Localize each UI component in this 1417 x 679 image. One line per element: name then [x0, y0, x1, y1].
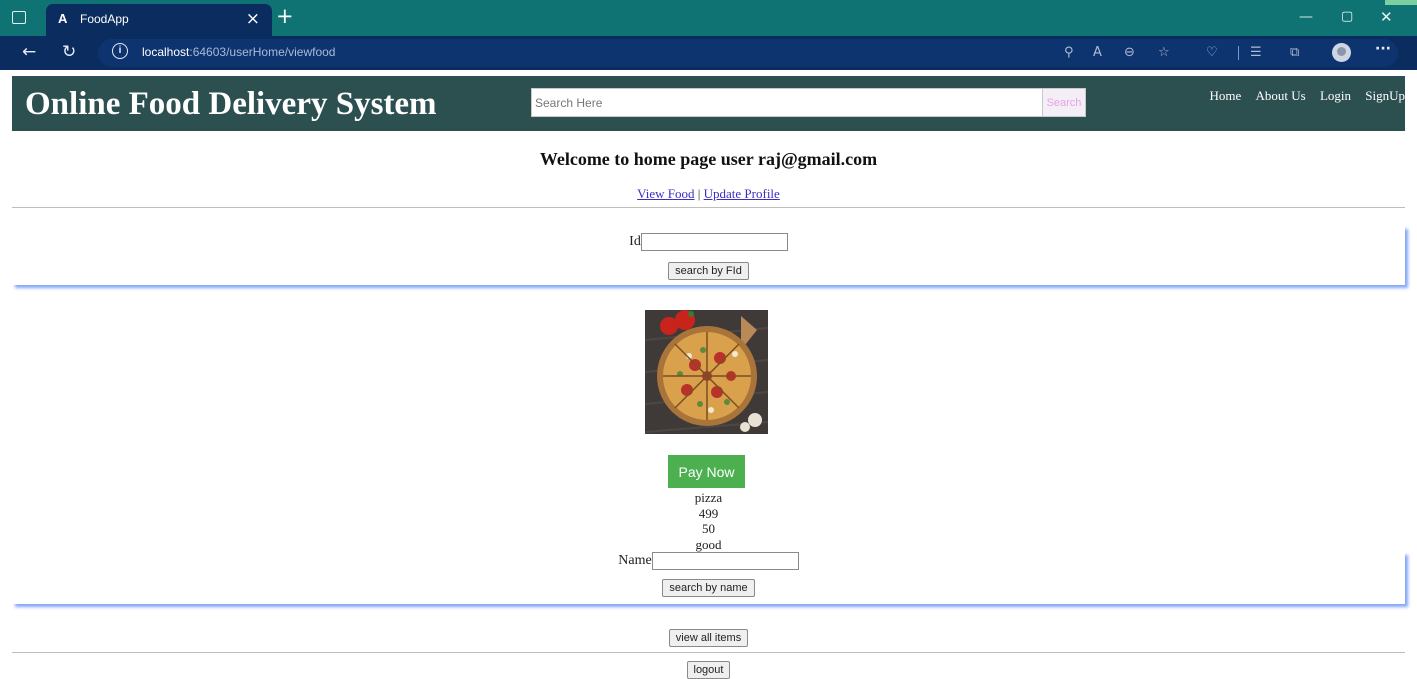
nav-about-us[interactable]: About Us	[1256, 88, 1306, 103]
key-icon[interactable]: ⚲	[1064, 45, 1074, 60]
site-title: Online Food Delivery System	[25, 86, 437, 122]
name-input[interactable]	[651, 552, 799, 570]
favorites-icon[interactable]: ☰	[1250, 45, 1262, 60]
window-close-icon[interactable]: ✕	[1380, 8, 1393, 26]
id-search-panel: Id search by FId	[12, 226, 1405, 285]
favorite-add-icon[interactable]: ☆	[1158, 45, 1170, 60]
link-separator: |	[697, 186, 701, 201]
address-bar: ← ↻ i localhost:64603/userHome/viewfood …	[0, 36, 1417, 70]
reload-icon[interactable]: ↻	[62, 42, 76, 62]
browser-tab-bar: A FoodApp × + — ▢ ✕	[0, 0, 1417, 36]
window-icon[interactable]	[12, 11, 26, 24]
zoom-icon[interactable]: ⊖	[1124, 45, 1135, 60]
id-input[interactable]	[640, 233, 788, 251]
collections-icon[interactable]: ⧉	[1290, 45, 1299, 60]
more-icon[interactable]: ···	[1375, 41, 1391, 57]
profile-icon[interactable]	[1332, 43, 1351, 62]
name-button-row: search by name	[12, 578, 1405, 597]
plus-icon[interactable]: +	[276, 4, 294, 28]
tab-favicon-icon: A	[58, 11, 68, 26]
name-field-row: Name	[12, 552, 1405, 570]
view-all-row: view all items	[0, 628, 1417, 647]
view-all-items-button[interactable]: view all items	[668, 629, 749, 647]
logout-button[interactable]: logout	[686, 661, 731, 679]
toolbar-separator	[1238, 46, 1239, 60]
url-path: :64603/userHome/viewfood	[189, 45, 336, 59]
browser-essentials-icon[interactable]: ♡	[1206, 45, 1218, 60]
restore-icon[interactable]: ▢	[1341, 9, 1353, 24]
nav-home[interactable]: Home	[1209, 88, 1241, 103]
id-label: Id	[629, 234, 641, 250]
site-header: Online Food Delivery System Search Home …	[12, 76, 1405, 131]
search-input[interactable]	[531, 88, 1043, 117]
top-nav: Home About Us Login SignUp	[1198, 88, 1405, 104]
url-text: localhost:64603/userHome/viewfood	[142, 45, 335, 59]
nav-signup[interactable]: SignUp	[1365, 88, 1405, 103]
name-search-panel: Name search by name	[12, 552, 1405, 604]
nav-login[interactable]: Login	[1320, 88, 1351, 103]
close-icon[interactable]: ×	[246, 9, 260, 29]
browser-tab[interactable]: A FoodApp ×	[46, 4, 272, 36]
pay-now-button[interactable]: Pay Now	[668, 455, 745, 488]
back-arrow-icon[interactable]: ←	[22, 42, 36, 62]
url-field[interactable]: i localhost:64603/userHome/viewfood	[98, 39, 1398, 67]
logout-row: logout	[0, 660, 1417, 679]
search-by-name-button[interactable]: search by name	[662, 579, 755, 597]
tab-title: FoodApp	[80, 12, 129, 26]
read-aloud-icon[interactable]: A	[1093, 45, 1102, 60]
food-price: 499	[698, 505, 719, 521]
user-links: View Food | Update Profile	[0, 186, 1417, 202]
search-button[interactable]: Search	[1042, 88, 1086, 117]
divider	[12, 652, 1405, 653]
update-profile-link[interactable]: Update Profile	[704, 186, 780, 201]
id-field-row: Id	[12, 233, 1405, 251]
url-host: localhost	[142, 45, 190, 59]
food-name: pizza	[694, 490, 723, 505]
pizza-image	[645, 310, 768, 434]
food-description: good	[695, 536, 722, 552]
welcome-heading: Welcome to home page user raj@gmail.com	[539, 149, 878, 169]
name-label: Name	[618, 553, 652, 569]
corner-strip	[1385, 0, 1417, 5]
id-button-row: search by FId	[12, 261, 1405, 280]
search-by-fid-button[interactable]: search by FId	[668, 262, 749, 280]
info-icon[interactable]: i	[112, 43, 128, 59]
view-food-link[interactable]: View Food	[637, 186, 694, 201]
divider	[12, 207, 1405, 208]
minimize-icon[interactable]: —	[1299, 9, 1313, 25]
food-details: pizza 499 50 good	[0, 490, 1417, 552]
food-quantity: 50	[702, 521, 715, 536]
